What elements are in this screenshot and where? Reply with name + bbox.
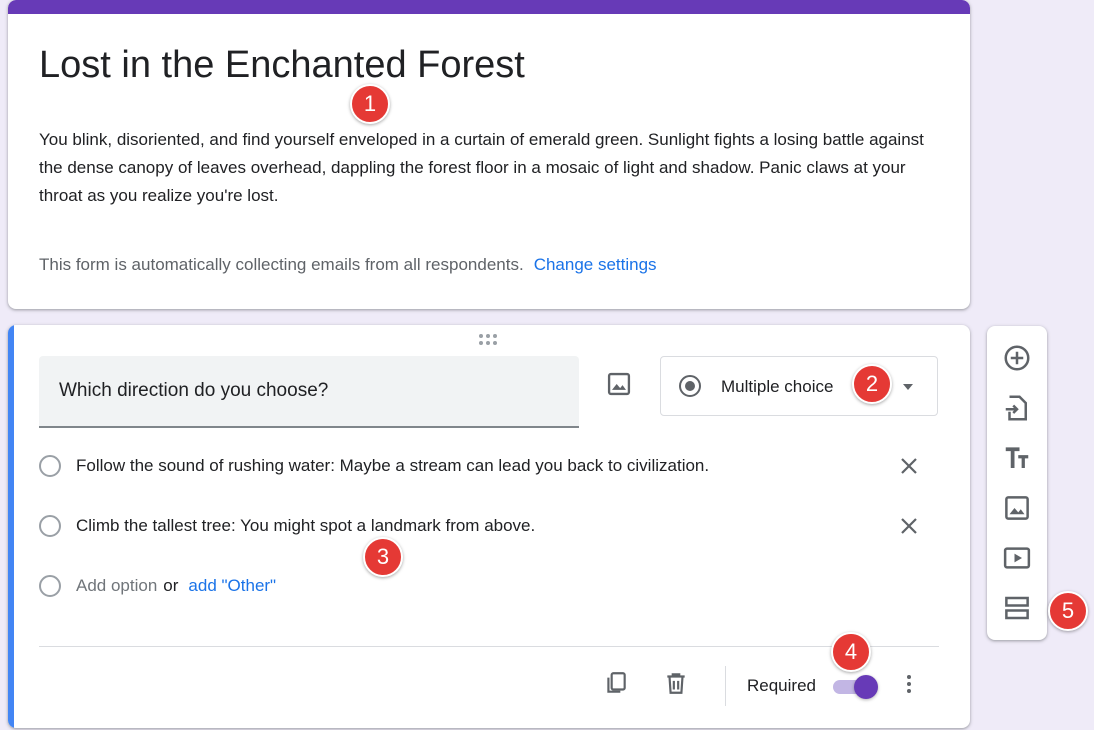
dropdown-arrow-icon <box>903 384 913 390</box>
option-radio <box>39 455 61 477</box>
marker-3: 3 <box>363 537 403 577</box>
add-option-group: Add option or add "Other" <box>76 576 276 596</box>
marker-5: 5 <box>1048 591 1088 631</box>
email-collection-note: This form is automatically collecting em… <box>39 255 657 275</box>
remove-option-icon[interactable] <box>897 454 921 478</box>
add-video-icon[interactable] <box>1002 543 1032 573</box>
marker-2: 2 <box>852 364 892 404</box>
change-settings-link[interactable]: Change settings <box>534 255 657 274</box>
remove-option-icon[interactable] <box>897 514 921 538</box>
add-image-icon[interactable] <box>1002 493 1032 523</box>
form-description[interactable]: You blink, disoriented, and find yoursel… <box>39 126 939 210</box>
active-question-indicator <box>8 325 14 728</box>
form-editor-page: Lost in the Enchanted Forest You blink, … <box>0 0 1094 730</box>
more-vert-icon[interactable] <box>897 672 921 696</box>
required-label: Required <box>747 676 816 695</box>
add-option-row: Add option or add "Other" <box>39 572 939 602</box>
floating-toolbar <box>987 326 1047 640</box>
form-title[interactable]: Lost in the Enchanted Forest <box>39 42 525 88</box>
add-title-icon[interactable] <box>1002 443 1032 473</box>
question-type-dropdown[interactable]: Multiple choice <box>660 356 938 416</box>
theme-accent-bar <box>8 0 970 14</box>
drag-handle-icon[interactable] <box>479 333 501 347</box>
add-section-icon[interactable] <box>1002 593 1032 623</box>
import-questions-icon[interactable] <box>1002 393 1032 423</box>
email-note-text: This form is automatically collecting em… <box>39 255 524 274</box>
duplicate-icon[interactable] <box>603 670 629 696</box>
question-title-input[interactable]: Which direction do you choose? <box>39 356 579 428</box>
question-card[interactable]: Which direction do you choose? Multiple … <box>8 325 970 728</box>
add-option-button[interactable]: Add option <box>76 576 157 595</box>
option-radio <box>39 515 61 537</box>
add-question-icon[interactable] <box>1002 343 1032 373</box>
option-text[interactable]: Climb the tallest tree: You might spot a… <box>76 516 535 536</box>
option-row[interactable]: Follow the sound of rushing water: Maybe… <box>39 452 939 482</box>
add-option-radio <box>39 575 61 597</box>
or-label: or <box>163 576 179 595</box>
required-toggle[interactable] <box>833 675 879 699</box>
footer-separator <box>725 666 726 706</box>
add-image-to-question-icon[interactable] <box>605 370 633 398</box>
footer-divider <box>39 646 939 647</box>
option-text[interactable]: Follow the sound of rushing water: Maybe… <box>76 456 709 476</box>
radio-button-icon <box>679 375 701 397</box>
option-row[interactable]: Climb the tallest tree: You might spot a… <box>39 512 939 542</box>
question-type-label: Multiple choice <box>721 377 834 396</box>
form-header-card: Lost in the Enchanted Forest You blink, … <box>8 0 970 309</box>
question-title-text: Which direction do you choose? <box>59 380 329 401</box>
delete-icon[interactable] <box>663 670 689 696</box>
toggle-knob <box>854 675 878 699</box>
marker-1: 1 <box>350 84 390 124</box>
marker-4: 4 <box>831 632 871 672</box>
add-other-link[interactable]: add "Other" <box>188 576 276 595</box>
